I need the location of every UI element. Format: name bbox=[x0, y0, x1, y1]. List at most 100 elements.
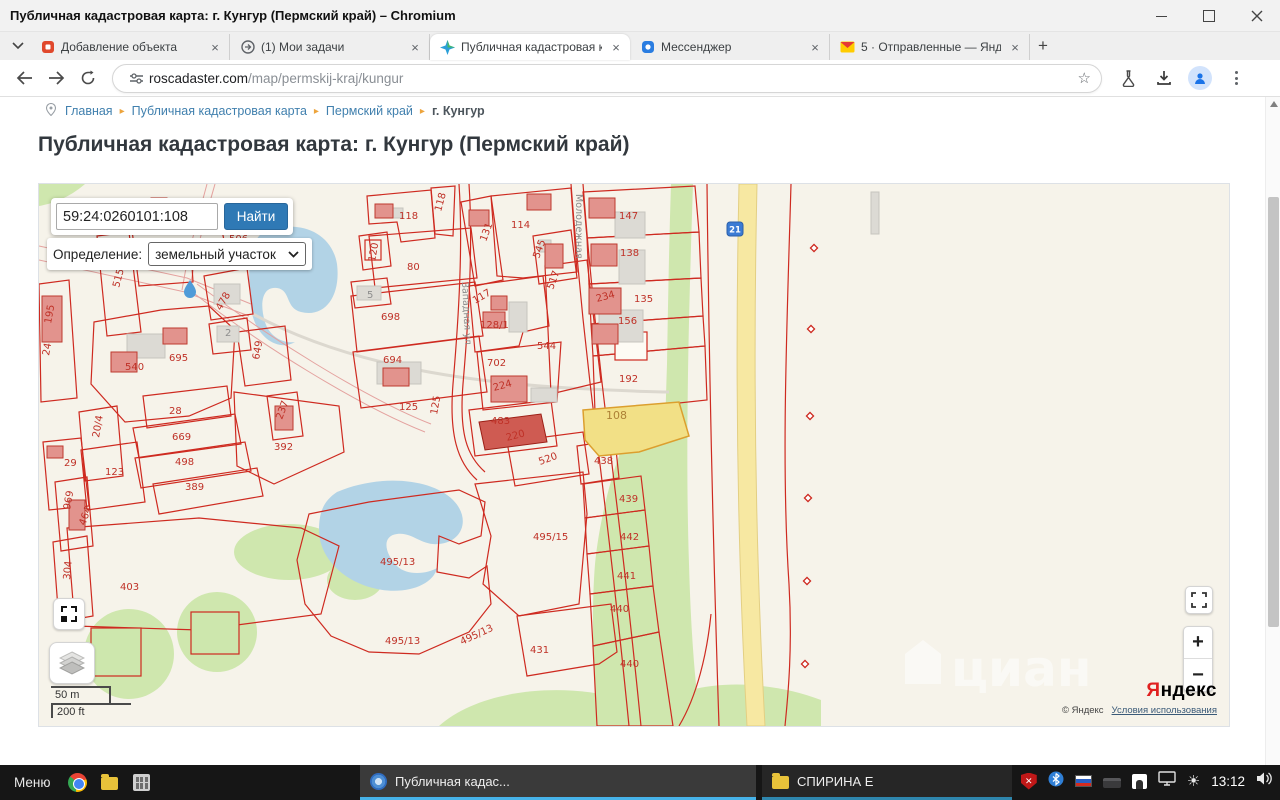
tab-messenger[interactable]: Мессенджер × bbox=[630, 34, 830, 60]
tab-my-tasks[interactable]: (1) Мои задачи × bbox=[230, 34, 430, 60]
minimize-button[interactable] bbox=[1154, 9, 1168, 23]
parcel-label[interactable]: 483 bbox=[491, 416, 510, 427]
taskbar-clock[interactable]: 13:12 bbox=[1211, 774, 1245, 789]
tab-close-icon[interactable]: × bbox=[207, 39, 223, 55]
taskbar-menu-button[interactable]: Меню bbox=[8, 775, 57, 790]
page-scrollbar[interactable] bbox=[1265, 97, 1280, 765]
parcel-label[interactable]: 540 bbox=[125, 362, 144, 373]
parcel-label[interactable]: 440 bbox=[620, 659, 639, 670]
tab-close-icon[interactable]: × bbox=[608, 39, 624, 55]
parcel-label[interactable]: 118 bbox=[399, 211, 418, 222]
parcel-label[interactable]: 135 bbox=[634, 294, 653, 305]
parcel-label[interactable]: 24 bbox=[41, 342, 54, 356]
taskbar-task-cadastral[interactable]: Публичная кадас... bbox=[360, 765, 756, 800]
tab-yandex-mail[interactable]: 5 · Отправленные — Яндекс × bbox=[830, 34, 1030, 60]
zoom-in-button[interactable]: + bbox=[1184, 627, 1212, 659]
parcel-label[interactable]: 28 bbox=[169, 406, 182, 417]
tab-close-icon[interactable]: × bbox=[807, 39, 823, 55]
breadcrumb-region[interactable]: Пермский край bbox=[326, 104, 413, 118]
keyboard-layout-flag-ru[interactable] bbox=[1075, 775, 1092, 787]
breadcrumb-home[interactable]: Главная bbox=[65, 104, 113, 118]
find-button[interactable]: Найти bbox=[224, 203, 288, 230]
parcel-label[interactable]: 695 bbox=[169, 353, 188, 364]
printer-device-icon[interactable] bbox=[1103, 778, 1121, 788]
parcel-label[interactable]: 2 bbox=[225, 328, 231, 339]
parcel-label[interactable]: 439 bbox=[619, 494, 638, 505]
parcel-label[interactable]: 125 bbox=[399, 402, 418, 413]
parcel-label[interactable]: 441 bbox=[617, 571, 636, 582]
breadcrumb: Главная ▸ Публичная кадастровая карта ▸ … bbox=[46, 103, 485, 119]
parcel-label[interactable]: 495/13 bbox=[385, 636, 420, 647]
tab-close-icon[interactable]: × bbox=[1007, 39, 1023, 55]
volume-icon[interactable] bbox=[1256, 771, 1274, 791]
parcel-label[interactable]: 440 bbox=[610, 604, 629, 615]
maximize-button[interactable] bbox=[1202, 9, 1216, 23]
layers-icon bbox=[59, 651, 85, 675]
tab-search-chevron-icon[interactable] bbox=[6, 34, 30, 58]
close-button[interactable] bbox=[1250, 9, 1264, 23]
cadastral-number-input[interactable] bbox=[56, 203, 218, 230]
user-session-icon[interactable] bbox=[1132, 774, 1147, 789]
tab-close-icon[interactable]: × bbox=[407, 39, 423, 55]
parcel-label[interactable]: 29 bbox=[64, 458, 77, 469]
files-launcher-icon[interactable] bbox=[99, 772, 121, 794]
bookmark-star-icon[interactable]: ☆ bbox=[1078, 69, 1091, 87]
display-network-icon[interactable] bbox=[1158, 771, 1176, 791]
measure-tool-button[interactable] bbox=[53, 598, 85, 630]
parcel-label[interactable]: 495/13 bbox=[380, 557, 415, 568]
parcel-label[interactable]: 5 bbox=[367, 290, 373, 301]
forward-icon[interactable] bbox=[42, 64, 70, 92]
site-settings-icon[interactable] bbox=[126, 63, 146, 93]
scrollbar-up-arrow-icon[interactable] bbox=[1270, 101, 1278, 107]
taskbar-task-folder[interactable]: СПИРИНА Е bbox=[762, 765, 1012, 800]
parcel-label[interactable]: 123 bbox=[105, 467, 124, 478]
profile-avatar[interactable] bbox=[1185, 63, 1215, 93]
parcel-label[interactable]: 498 bbox=[175, 457, 194, 468]
bluetooth-icon[interactable] bbox=[1048, 771, 1064, 792]
map-container: 21 циан МолодежнаяЗападная ул 5156665061… bbox=[38, 183, 1230, 727]
parcel-label[interactable]: 694 bbox=[383, 355, 402, 366]
parcel-label[interactable]: 304 bbox=[62, 560, 75, 580]
labs-flask-icon[interactable] bbox=[1113, 63, 1143, 93]
tab-cadastral-map[interactable]: Публичная кадастровая кар × bbox=[430, 34, 630, 60]
parcel-label[interactable]: 544 bbox=[537, 341, 556, 352]
scrollbar-thumb[interactable] bbox=[1268, 197, 1279, 627]
parcel-label[interactable]: 192 bbox=[619, 374, 638, 385]
parcel-label[interactable]: 669 bbox=[172, 432, 191, 443]
browser-menu-kebab-icon[interactable] bbox=[1221, 63, 1251, 93]
definition-card: Определение: земельный участок bbox=[47, 238, 312, 270]
reload-icon[interactable] bbox=[74, 64, 102, 92]
parcel-label[interactable]: 403 bbox=[120, 582, 139, 593]
parcel-label[interactable]: 114 bbox=[511, 220, 530, 231]
parcel-label[interactable]: 389 bbox=[185, 482, 204, 493]
parcel-label[interactable]: 438 bbox=[594, 456, 613, 467]
parcel-label[interactable]: 495/15 bbox=[533, 532, 568, 543]
parcel-label[interactable]: 80 bbox=[407, 262, 420, 273]
layers-button[interactable] bbox=[49, 642, 95, 684]
fullscreen-button[interactable] bbox=[1185, 586, 1213, 614]
parcel-label[interactable]: 147 bbox=[619, 211, 638, 222]
address-bar[interactable]: roscadaster.com/map/permskij-kraj/kungur… bbox=[112, 64, 1102, 93]
definition-select[interactable]: земельный участок bbox=[148, 242, 306, 266]
tab-add-object[interactable]: Добавление объекта × bbox=[30, 34, 230, 60]
chrome-launcher-icon[interactable] bbox=[67, 772, 89, 794]
parcel-label[interactable]: 698 bbox=[381, 312, 400, 323]
task-label: Публичная кадас... bbox=[395, 774, 510, 789]
download-icon[interactable] bbox=[1149, 63, 1179, 93]
parcel-label[interactable]: 138 bbox=[620, 248, 639, 259]
parcel-label[interactable]: 392 bbox=[274, 442, 293, 453]
new-tab-button[interactable]: + bbox=[1030, 33, 1056, 59]
parcel-label[interactable]: 702 bbox=[487, 358, 506, 369]
parcel-label[interactable]: 442 bbox=[620, 532, 639, 543]
parcel-label[interactable]: 108 bbox=[606, 409, 627, 422]
calculator-launcher-icon[interactable] bbox=[131, 772, 153, 794]
back-icon[interactable] bbox=[10, 64, 38, 92]
yandex-logo[interactable]: Яндекс bbox=[1146, 680, 1217, 702]
parcel-label[interactable]: 128/1 bbox=[480, 320, 509, 331]
breadcrumb-map[interactable]: Публичная кадастровая карта bbox=[132, 104, 307, 118]
brightness-icon[interactable]: ☀ bbox=[1187, 772, 1200, 790]
antivirus-shield-icon[interactable]: ✕ bbox=[1021, 773, 1037, 790]
parcel-label[interactable]: 431 bbox=[530, 645, 549, 656]
terms-link[interactable]: Условия использования bbox=[1112, 705, 1217, 716]
parcel-label[interactable]: 156 bbox=[618, 316, 637, 327]
